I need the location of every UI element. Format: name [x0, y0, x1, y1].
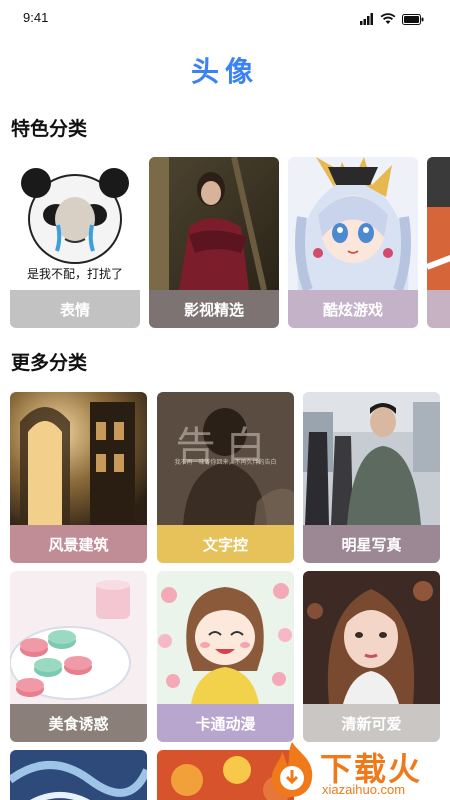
page-title: 头像: [190, 55, 259, 88]
category-card-row3-1[interactable]: [10, 750, 147, 800]
partial-card-image: [427, 157, 450, 290]
featured-card-film[interactable]: 影视精选: [149, 157, 279, 328]
scenery-image: [10, 392, 147, 525]
category-card-label: 明星写真: [303, 525, 440, 563]
watermark-url: xiazaihuo.com: [322, 782, 406, 797]
featured-card-label: 表情: [10, 290, 140, 328]
category-card-label: 卡通动漫: [157, 704, 294, 742]
watermark: 下载火 xiazaihuo.com: [262, 740, 450, 800]
film-still-image: [149, 157, 279, 290]
cartoon-girl-image: [157, 571, 294, 704]
featured-card-label: [427, 290, 450, 328]
category-card-celebrity[interactable]: 明星写真: [303, 392, 440, 563]
meme-caption: 是我不配，打扰了: [26, 267, 123, 281]
celebrity-photo-image: [303, 392, 440, 525]
flame-logo-icon: [271, 742, 313, 797]
partial-image: [10, 750, 147, 800]
featured-card-partial[interactable]: [427, 157, 450, 328]
category-card-scenery[interactable]: 风景建筑: [10, 392, 147, 563]
status-time: 9:41: [23, 10, 49, 25]
status-bar: 9:41: [0, 0, 450, 40]
signal-icon: [360, 13, 373, 25]
status-icons: [360, 12, 424, 26]
featured-carousel[interactable]: 是我不配，打扰了 表情 影视精选 酷炫游戏: [10, 157, 450, 329]
featured-card-label: 酷炫游戏: [288, 290, 418, 328]
poster-small-text: 我不再一味等你回来，不再久伴的告白: [174, 459, 277, 466]
category-card-text[interactable]: 告白 我不再一味等你回来，不再久伴的告白 文字控: [157, 392, 294, 563]
girl-portrait-image: [303, 571, 440, 704]
category-card-label: 美食诱惑: [10, 704, 147, 742]
featured-card-game[interactable]: 酷炫游戏: [288, 157, 418, 328]
section-title-featured: 特色分类: [11, 118, 88, 140]
section-title-more: 更多分类: [11, 352, 88, 374]
macaron-image: [10, 571, 147, 704]
category-card-label: 清新可爱: [303, 704, 440, 742]
category-card-label: 文字控: [157, 525, 294, 563]
anime-game-image: [288, 157, 418, 290]
category-card-label: 风景建筑: [10, 525, 147, 563]
category-card-cartoon[interactable]: 卡通动漫: [157, 571, 294, 742]
category-card-cute[interactable]: 清新可爱: [303, 571, 440, 742]
battery-icon: [402, 13, 424, 25]
wifi-icon: [380, 13, 396, 24]
featured-card-label: 影视精选: [149, 290, 279, 328]
category-card-food[interactable]: 美食诱惑: [10, 571, 147, 742]
featured-card-emoji[interactable]: 是我不配，打扰了 表情: [10, 157, 140, 328]
